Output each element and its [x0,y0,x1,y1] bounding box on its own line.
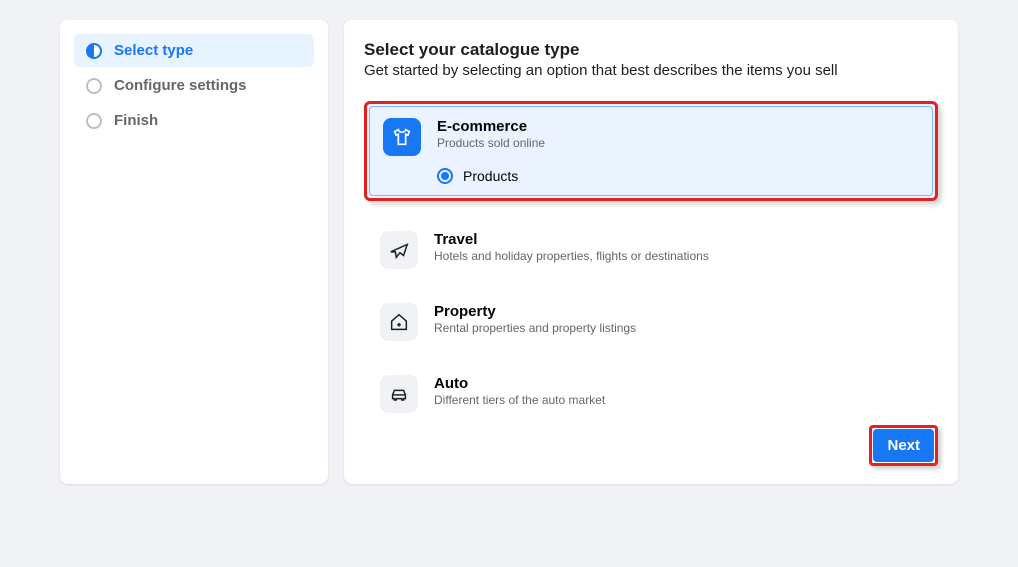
option-travel[interactable]: Travel Hotels and holiday properties, fl… [364,221,938,279]
house-icon [380,303,418,341]
shirt-icon [383,118,421,156]
step-label: Finish [114,112,158,129]
suboption-products[interactable]: Products [437,168,919,184]
step-label: Select type [114,42,193,59]
suboption-label: Products [463,168,518,184]
plane-icon [380,231,418,269]
option-title: Travel [434,231,709,248]
step-indicator-icon [86,113,102,129]
radio-selected-icon [437,168,453,184]
step-label: Configure settings [114,77,247,94]
page-subtitle: Get started by selecting an option that … [364,62,938,79]
page-title: Select your catalogue type [364,40,938,60]
step-indicator-icon [86,78,102,94]
option-auto[interactable]: Auto Different tiers of the auto market [364,365,938,423]
next-button-highlight: Next [869,425,938,466]
step-configure-settings[interactable]: Configure settings [74,69,314,102]
option-desc: Rental properties and property listings [434,321,636,335]
option-title: Auto [434,375,605,392]
option-desc: Different tiers of the auto market [434,393,605,407]
main-panel: Select your catalogue type Get started b… [344,20,958,484]
option-title: Property [434,303,636,320]
car-icon [380,375,418,413]
option-ecommerce[interactable]: E-commerce Products sold online Products [364,101,938,201]
option-desc: Products sold online [437,136,545,150]
option-property[interactable]: Property Rental properties and property … [364,293,938,351]
step-select-type[interactable]: Select type [74,34,314,67]
step-finish[interactable]: Finish [74,104,314,137]
option-title: E-commerce [437,118,545,135]
next-button[interactable]: Next [873,429,934,462]
step-indicator-icon [86,43,102,59]
option-desc: Hotels and holiday properties, flights o… [434,249,709,263]
wizard-sidebar: Select type Configure settings Finish [60,20,328,484]
